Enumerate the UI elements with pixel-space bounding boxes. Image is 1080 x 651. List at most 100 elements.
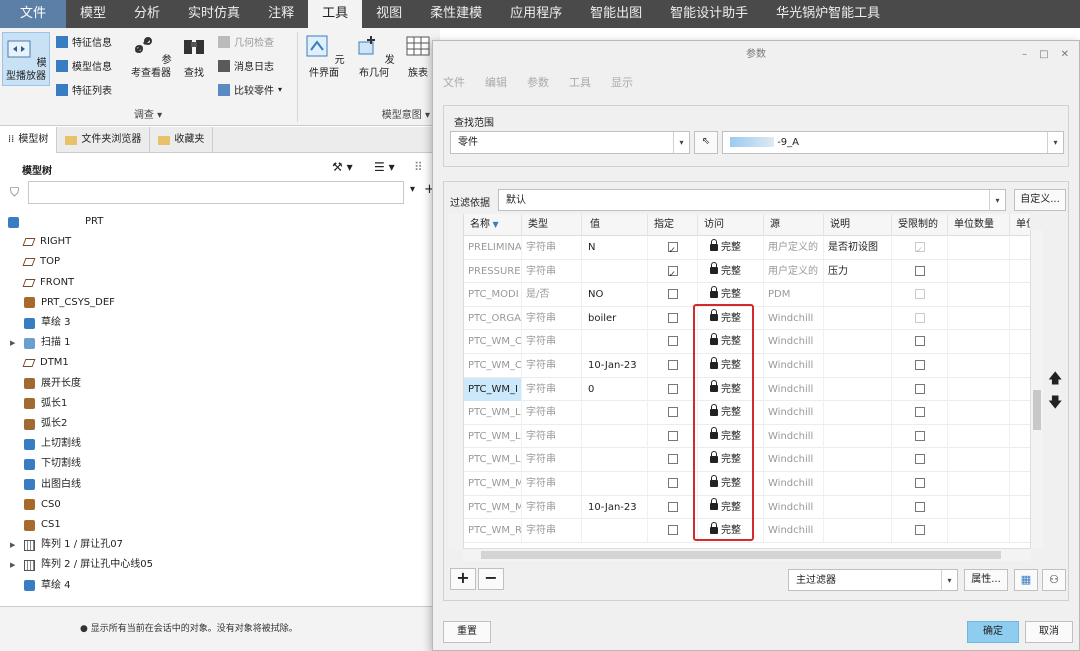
customize-button[interactable]: 自定义... [1014,189,1066,211]
restricted-cell[interactable] [892,424,948,448]
param-description-cell[interactable] [824,330,892,354]
param-description-cell[interactable] [824,424,892,448]
restricted-checkbox[interactable] [914,454,925,465]
tree-item[interactable]: ▶ 阵列 1 / 屏让孔07 [10,535,123,555]
restricted-checkbox[interactable] [914,525,925,536]
tab-11[interactable]: 华光锅炉智能工具 [762,0,894,28]
designate-checkbox[interactable] [667,525,678,536]
restricted-cell[interactable] [892,354,948,377]
param-name-cell[interactable]: PTC_MODI [464,283,522,307]
param-description-cell[interactable] [824,283,892,307]
param-value-cell[interactable]: 0 [584,377,648,401]
expand-arrow-icon[interactable]: ▶ [10,555,15,575]
column-header[interactable]: 指定 [648,214,698,236]
filter-dropdown-icon[interactable]: ▾ [410,184,415,195]
param-description-cell[interactable] [824,519,892,543]
properties-button[interactable]: 属性... [964,569,1008,591]
restricted-checkbox[interactable] [914,265,925,276]
model-intent-group-label[interactable]: 模型意图 ▾ [298,108,440,124]
feature-list-button[interactable]: 特征列表 [56,82,112,97]
designate-cell[interactable] [648,354,698,377]
filter-by-select[interactable]: 默认 ▾ [498,189,1006,211]
restricted-checkbox[interactable] [914,478,925,488]
restricted-checkbox[interactable] [914,312,925,323]
unit-quantity-cell[interactable] [948,259,1010,283]
param-name-cell[interactable]: PTC_WM_L [464,401,522,425]
select-object-button[interactable]: ⇖ [694,131,718,154]
tree-item[interactable]: 草绘 3 [24,313,71,333]
menu-item-1[interactable]: 编辑 [485,74,507,90]
column-header[interactable]: 名称 ▼ [464,214,522,236]
column-header[interactable]: 说明 [824,214,892,236]
menu-item-3[interactable]: 工具 [569,74,591,90]
scroll-thumb[interactable] [1033,390,1041,430]
component-interface-button[interactable]: 元件界面 [302,32,346,80]
unit-quantity-cell[interactable] [948,236,1010,259]
move-up-icon[interactable]: 🡅 [1048,368,1062,392]
message-log-button[interactable]: 消息日志 [218,58,274,73]
tab-3[interactable]: 实时仿真 [174,0,254,28]
param-source-cell[interactable]: Windchill [764,448,824,472]
restricted-checkbox[interactable] [914,289,925,300]
tree-item[interactable]: 弧长1 [24,394,67,414]
scope-type-select[interactable]: 零件 ▾ [450,131,690,154]
tree-item[interactable]: 展开长度 [24,374,81,394]
tree-item[interactable]: DTM1 [22,353,69,373]
unit-cell[interactable] [1010,425,1030,448]
param-name-cell[interactable]: PRESSURE [464,259,522,283]
param-description-cell[interactable] [824,495,892,519]
tab-10[interactable]: 智能设计助手 [656,0,762,28]
menu-item-4[interactable]: 显示 [611,74,633,90]
unit-cell[interactable] [1010,330,1030,353]
designate-cell[interactable] [648,424,698,448]
param-name-cell[interactable]: PTC_ORGA [464,306,522,330]
unit-cell[interactable] [1010,496,1030,519]
param-type-cell[interactable]: 字符串 [522,448,582,472]
column-header[interactable]: 类型 [522,214,582,236]
tree-search-input[interactable] [28,181,404,204]
tab-favorites[interactable]: 收藏夹 [150,127,214,153]
designate-checkbox[interactable] [667,289,678,300]
param-source-cell[interactable]: PDM [764,283,824,307]
tree-item[interactable]: 弧长2 [24,414,67,434]
param-value-cell[interactable] [584,472,648,495]
param-type-cell[interactable]: 字符串 [522,377,582,401]
family-table-button[interactable]: 族表 [402,32,434,80]
tree-item[interactable]: 出图白线 [24,475,81,495]
param-value-cell[interactable]: NO [584,283,648,307]
unit-cell[interactable] [1010,354,1030,377]
designate-checkbox[interactable] [667,407,678,418]
restricted-checkbox[interactable] [914,407,925,418]
param-name-cell[interactable]: PTC_WM_C [464,330,522,354]
tab-2[interactable]: 分析 [120,0,174,28]
tree-item[interactable]: 草绘 4 [24,576,71,596]
restricted-cell[interactable] [892,236,948,259]
investigate-group-label[interactable]: 调查 ▾ [0,108,296,124]
tab-7[interactable]: 柔性建模 [416,0,496,28]
param-type-cell[interactable]: 字符串 [522,401,582,425]
param-name-cell[interactable]: PTC_WM_I [464,377,522,401]
reset-button[interactable]: 重置 [443,621,491,643]
scope-object-select[interactable]: -9_A ▾ [722,131,1064,154]
restricted-cell[interactable] [892,519,948,543]
param-source-cell[interactable]: Windchill [764,377,824,401]
unit-cell[interactable] [1010,283,1030,306]
tab-6[interactable]: 视图 [362,0,416,28]
designate-cell[interactable] [648,472,698,495]
param-source-cell[interactable]: Windchill [764,354,824,377]
tab-4[interactable]: 注释 [254,0,308,28]
tree-item[interactable]: TOP [22,252,60,272]
unit-quantity-cell[interactable] [948,354,1010,377]
param-name-cell[interactable]: PTC_WM_L [464,448,522,472]
tab-9[interactable]: 智能出图 [576,0,656,28]
unit-quantity-cell[interactable] [948,448,1010,472]
column-header[interactable]: 值 [584,214,648,236]
param-value-cell[interactable] [584,330,648,354]
designate-cell[interactable] [648,448,698,472]
tree-item[interactable]: PRT_CSYS_DEF [24,293,115,313]
compare-part-button[interactable]: 比较零件 ▾ [218,82,282,97]
designate-checkbox[interactable] [667,312,678,323]
unit-quantity-cell[interactable] [948,306,1010,330]
add-parameter-button[interactable]: + [450,568,476,590]
designate-cell[interactable] [648,401,698,425]
